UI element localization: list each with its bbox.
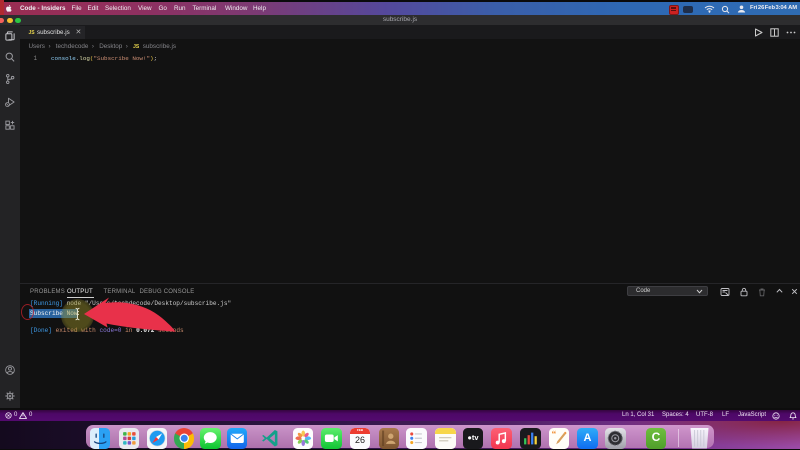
- svg-text:“: “: [551, 429, 556, 439]
